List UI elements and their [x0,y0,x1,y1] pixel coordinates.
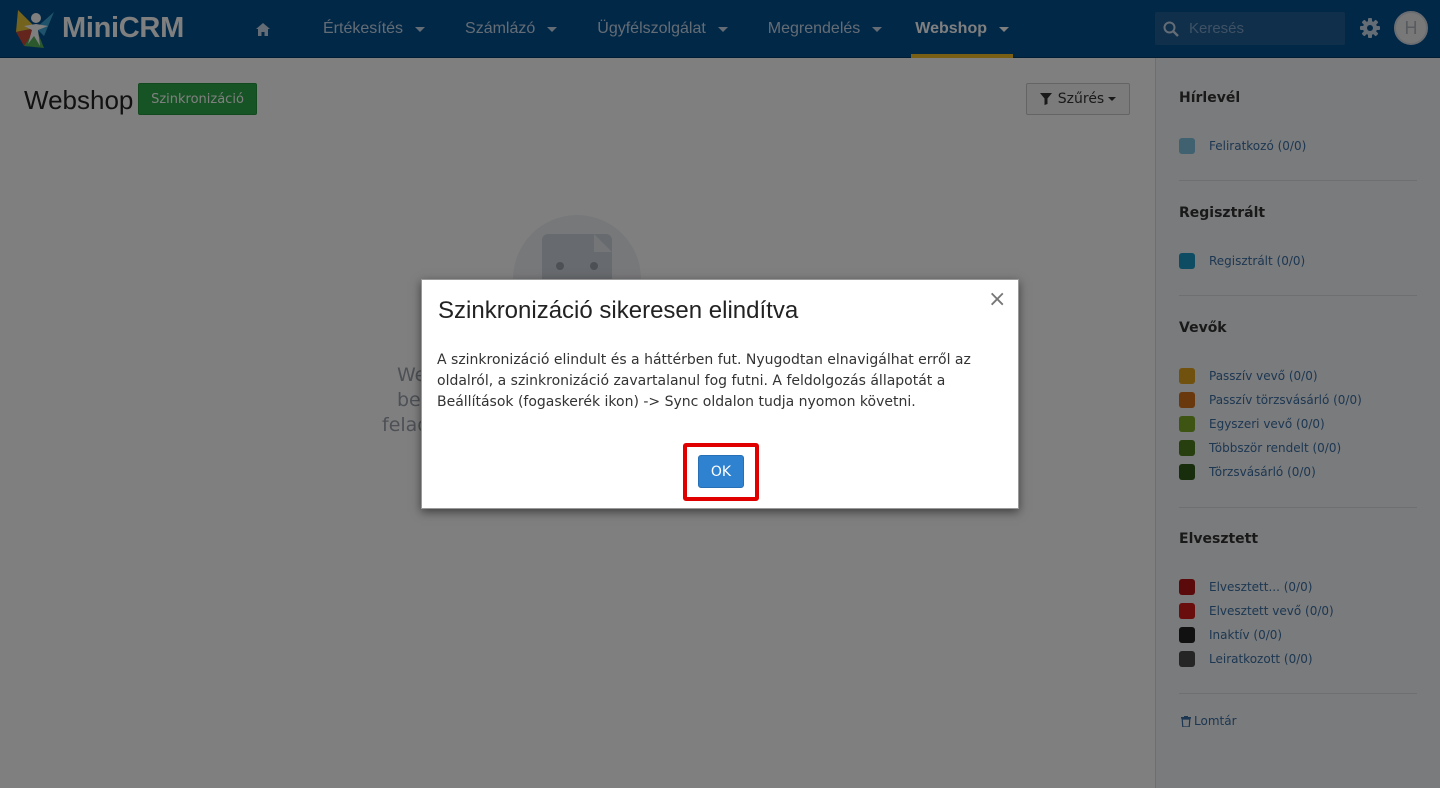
modal-body: A szinkronizáció elindult és a háttérben… [437,352,971,410]
modal-title: Szinkronizáció sikeresen elindítva [438,297,799,324]
close-icon[interactable]: × [988,288,1006,312]
ok-button[interactable]: OK [698,455,744,488]
sync-started-modal: Szinkronizáció sikeresen elindítva × A s… [421,279,1019,509]
